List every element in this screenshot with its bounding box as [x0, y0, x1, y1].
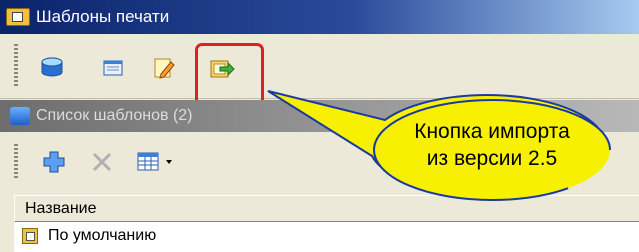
print-templates-window: Шаблоны печати Список шаблонов (2) Назва… [0, 0, 639, 252]
callout-line-2: из версии 2.5 [426, 147, 558, 170]
callout-text: Кнопка импорта из версии 2.5 [382, 118, 602, 172]
callout-line-1: Кнопка импорта [414, 120, 570, 143]
